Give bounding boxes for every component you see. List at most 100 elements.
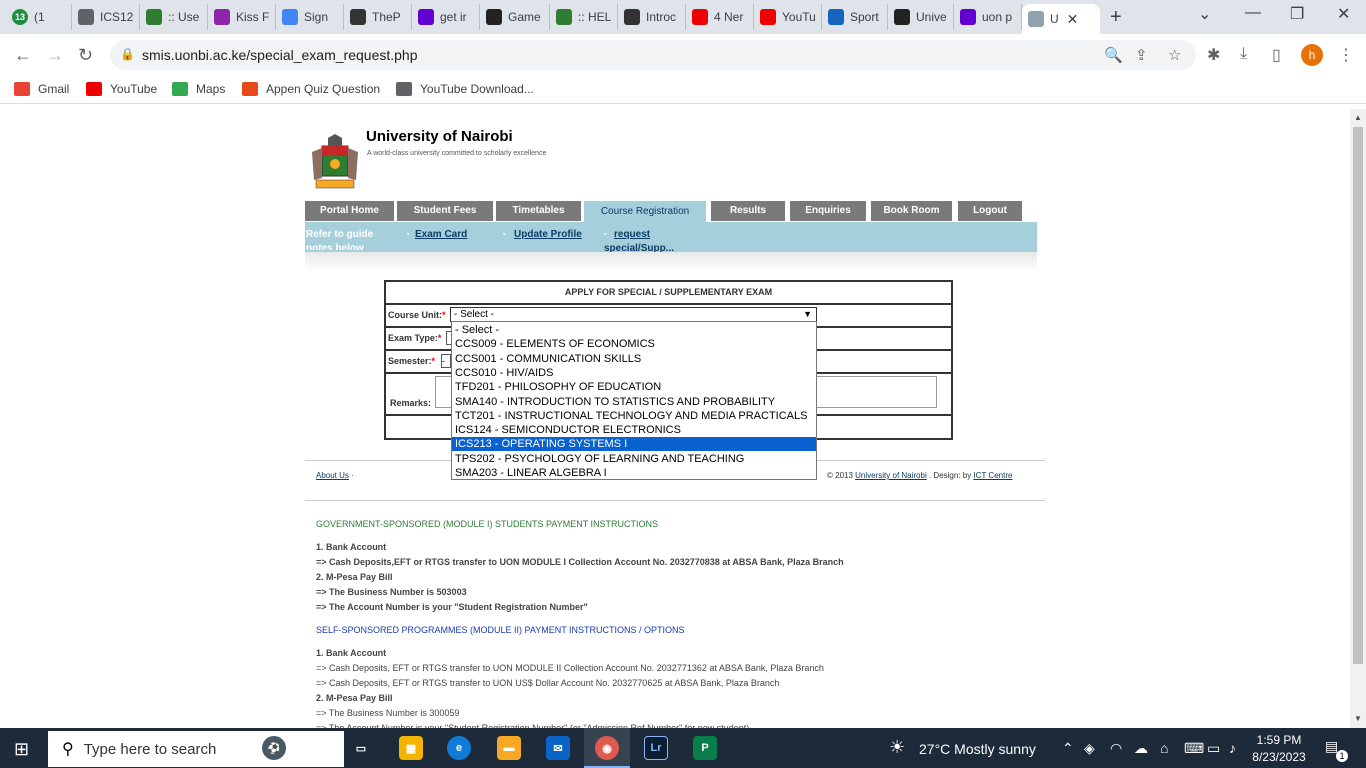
- extensions-puzzle-icon[interactable]: ✱: [1207, 45, 1220, 65]
- nav-item-book-room[interactable]: Book Room: [871, 201, 952, 221]
- course-unit-option[interactable]: ICS124 - SEMICONDUCTOR ELECTRONICS: [452, 423, 816, 437]
- page-scrollbar[interactable]: ▲ ▼: [1350, 109, 1366, 728]
- bookmark-icon: [14, 82, 30, 96]
- tray-cloud-icon[interactable]: ☁: [1134, 740, 1148, 757]
- tray-battery-icon[interactable]: ▭: [1207, 740, 1220, 757]
- edge-icon[interactable]: e: [447, 736, 471, 760]
- back-arrow-icon[interactable]: ←: [14, 45, 32, 66]
- update-profile-link[interactable]: Update Profile: [514, 228, 582, 242]
- bookmark-item[interactable]: YouTube Download...: [396, 82, 534, 96]
- profile-avatar[interactable]: h: [1301, 44, 1323, 66]
- file-explorer-icon[interactable]: ▬: [497, 736, 521, 760]
- payment-instruction-line: => The Business Number is 503003: [316, 587, 467, 597]
- download-icon[interactable]: ⤓: [1240, 45, 1247, 63]
- nav-item-logout[interactable]: Logout: [958, 201, 1022, 221]
- browser-tab[interactable]: Unive: [888, 4, 954, 30]
- tab-label: Unive: [916, 10, 947, 24]
- new-tab-plus-icon[interactable]: +: [1110, 6, 1122, 29]
- uon-link[interactable]: University of Nairobi: [855, 471, 927, 480]
- browser-tab[interactable]: TheP: [344, 4, 412, 30]
- taskbar-search-box[interactable]: ⚲ Type here to search: [48, 731, 344, 767]
- windows-start-icon[interactable]: ⊞: [14, 739, 29, 760]
- payment-instruction-line: GOVERNMENT-SPONSORED (MODULE I) STUDENTS…: [316, 519, 659, 529]
- bookmark-item[interactable]: Maps: [172, 82, 225, 96]
- publisher-icon[interactable]: P: [693, 736, 717, 760]
- tab-search-chevron-icon[interactable]: ⌄: [1198, 4, 1211, 24]
- browser-tab[interactable]: 4 Ner: [686, 4, 754, 30]
- about-us-link[interactable]: About Us: [316, 471, 349, 480]
- mail-icon[interactable]: ✉: [546, 736, 570, 760]
- minimize-icon[interactable]: —: [1245, 4, 1261, 22]
- nav-item-results[interactable]: Results: [711, 201, 785, 221]
- tray-keyboard-icon[interactable]: ⌨: [1184, 740, 1204, 757]
- tray-chevron-up-icon[interactable]: ⌃: [1062, 740, 1074, 757]
- share-icon[interactable]: ⇪: [1135, 46, 1148, 64]
- browser-tab[interactable]: YouTu: [754, 4, 822, 30]
- bookmark-item[interactable]: YouTube: [86, 82, 157, 96]
- lightroom-icon[interactable]: Lr: [644, 736, 668, 760]
- request-special-link[interactable]: request special/Supp...: [604, 228, 694, 254]
- course-unit-option[interactable]: TFD201 - PHILOSOPHY OF EDUCATION: [452, 380, 816, 394]
- taskbar-clock[interactable]: 1:59 PM 8/23/2023: [1250, 732, 1308, 766]
- tray-app-icon[interactable]: ◈: [1084, 740, 1095, 757]
- tab-label: (1: [34, 10, 45, 24]
- store-icon[interactable]: ▦: [399, 736, 423, 760]
- bookmark-item[interactable]: Gmail: [14, 82, 69, 96]
- browser-tab[interactable]: ICS12: [72, 4, 140, 30]
- semester-select[interactable]: -: [441, 354, 451, 368]
- soccer-widget-icon[interactable]: ⚽: [262, 736, 286, 760]
- ict-centre-link[interactable]: ICT Centre: [973, 471, 1012, 480]
- bookmark-item[interactable]: Appen Quiz Question: [242, 82, 380, 96]
- browser-tab[interactable]: :: Use: [140, 4, 208, 30]
- course-unit-option[interactable]: ICS213 - OPERATING SYSTEMS I: [452, 437, 816, 452]
- course-unit-option[interactable]: CCS001 - COMMUNICATION SKILLS: [452, 352, 816, 366]
- tray-network-icon[interactable]: ⌂: [1160, 740, 1168, 756]
- forward-arrow-icon[interactable]: →: [46, 45, 64, 66]
- browser-tab[interactable]: :: HEL: [550, 4, 618, 30]
- browser-tab[interactable]: Sport: [822, 4, 888, 30]
- course-unit-option[interactable]: TCT201 - INSTRUCTIONAL TECHNOLOGY AND ME…: [452, 409, 816, 423]
- zoom-icon[interactable]: 🔍: [1104, 46, 1123, 64]
- browser-tab[interactable]: Sign: [276, 4, 344, 30]
- exam-card-link[interactable]: Exam Card: [415, 228, 467, 242]
- close-window-icon[interactable]: ✕: [1337, 4, 1350, 24]
- task-view-icon[interactable]: ▭: [349, 736, 373, 760]
- browser-tab[interactable]: get ir: [412, 4, 480, 30]
- bookmark-star-icon[interactable]: ☆: [1168, 46, 1181, 64]
- browser-tab[interactable]: uon p: [954, 4, 1022, 30]
- bookmark-icon: [86, 82, 102, 96]
- kebab-menu-icon[interactable]: ⋮: [1338, 45, 1354, 65]
- browser-tab[interactable]: Game: [480, 4, 550, 30]
- bookmark-label: YouTube: [110, 82, 158, 96]
- scrollbar-thumb[interactable]: [1353, 127, 1363, 664]
- course-unit-label: Course Unit:*: [388, 310, 446, 320]
- tab-favicon-icon: 13: [12, 9, 28, 25]
- tab-close-icon[interactable]: ✕: [1067, 11, 1079, 28]
- browser-tab[interactable]: U ✕: [1022, 4, 1100, 34]
- payment-instruction-line: => The Business Number is 300059: [316, 708, 460, 718]
- tab-favicon-icon: [760, 9, 776, 25]
- course-unit-option[interactable]: CCS009 - ELEMENTS OF ECONOMICS: [452, 337, 816, 351]
- nav-item-course-registration[interactable]: Course Registration: [584, 201, 706, 222]
- course-unit-option[interactable]: - Select -: [452, 323, 816, 337]
- nav-item-enquiries[interactable]: Enquiries: [790, 201, 866, 221]
- maximize-icon[interactable]: ❐: [1290, 4, 1304, 24]
- reload-icon[interactable]: ↻: [78, 45, 93, 66]
- browser-tab[interactable]: 13 (1: [6, 4, 72, 30]
- side-panel-icon[interactable]: ▯: [1272, 45, 1281, 65]
- browser-tab[interactable]: Kiss F: [208, 4, 276, 30]
- course-unit-option[interactable]: CCS010 - HIV/AIDS: [452, 366, 816, 380]
- nav-item-portal-home[interactable]: Portal Home: [305, 201, 394, 221]
- course-unit-option[interactable]: SMA140 - INTRODUCTION TO STATISTICS AND …: [452, 395, 816, 409]
- course-unit-option[interactable]: TPS202 - PSYCHOLOGY OF LEARNING AND TEAC…: [452, 452, 816, 466]
- course-unit-option[interactable]: SMA203 - LINEAR ALGEBRA I: [452, 466, 816, 480]
- wifi-icon[interactable]: ◠: [1110, 740, 1122, 757]
- volume-icon[interactable]: ♪: [1229, 740, 1236, 756]
- payment-instruction-line: => Cash Deposits,EFT or RTGS transfer to…: [316, 557, 844, 567]
- weather-text[interactable]: 27°C Mostly sunny: [919, 741, 1036, 757]
- nav-item-student-fees[interactable]: Student Fees: [397, 201, 493, 221]
- nav-item-timetables[interactable]: Timetables: [496, 201, 581, 221]
- address-bar[interactable]: 🔒 smis.uonbi.ac.ke/special_exam_request.…: [110, 40, 1196, 70]
- course-unit-select[interactable]: - Select - ▼: [450, 307, 817, 322]
- browser-tab[interactable]: Introc: [618, 4, 686, 30]
